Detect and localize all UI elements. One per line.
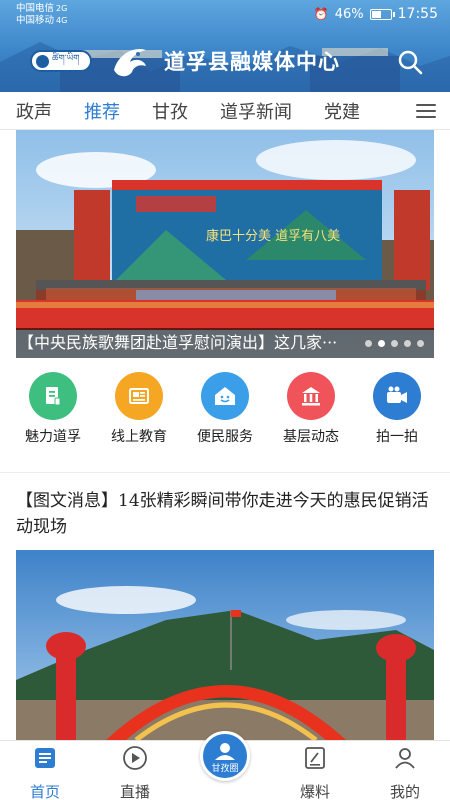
bottom-nav: 首页 直播 甘孜圈 爆料 我的 — [0, 731, 450, 800]
nav-live[interactable]: 直播 — [100, 745, 170, 800]
nav-report[interactable]: 爆料 — [280, 745, 350, 800]
article-title[interactable]: 【图文消息】14张精彩瞬间带你走进今天的惠民促销活动现场 — [16, 488, 436, 540]
nav-label: 直播 — [119, 783, 150, 800]
tab-ganzi[interactable]: 甘孜 — [136, 98, 204, 124]
search-icon[interactable] — [396, 48, 424, 76]
app-header: 中国电信 2G 中国移动 4G ⏰ 46% 17:55 ཚིག་ཡིག 道孚县融媒体… — [0, 0, 450, 92]
quick-link-grassroots[interactable]: 基层动态 — [271, 372, 351, 452]
video-camera-icon — [373, 372, 421, 420]
nav-label: 首页 — [29, 783, 60, 800]
quick-link-label: 便民服务 — [197, 429, 253, 445]
quick-link-label: 魅力道孚 — [25, 429, 81, 445]
quick-links: 魅力道孚 线上教育 便民服务 基层动态 拍一拍 — [0, 372, 450, 452]
carousel-indicator — [365, 340, 424, 347]
status-bar: 中国电信 2G 中国移动 4G ⏰ 46% 17:55 — [0, 0, 450, 32]
clock: 17:55 — [397, 6, 438, 22]
carousel-dot[interactable] — [365, 340, 372, 347]
nav-label: 我的 — [389, 783, 420, 800]
carrier-info: 中国电信 2G 中国移动 4G — [16, 3, 67, 27]
battery-percent: 46% — [334, 6, 364, 22]
banner-carousel[interactable]: 康巴十分美 道孚有八美 【中央民族歌舞团赴道孚慰问演出】这几家··· — [16, 130, 434, 358]
stage-banner-text: 康巴十分美 道孚有八美 — [206, 228, 340, 244]
carousel-dot-active[interactable] — [378, 340, 385, 347]
nav-label: 爆料 — [299, 783, 330, 800]
article-image[interactable] — [16, 550, 434, 740]
institution-icon — [287, 372, 335, 420]
tab-party-building[interactable]: 党建 — [308, 98, 376, 124]
language-label: ཚིག་ཡིག — [52, 53, 80, 64]
quick-link-charm-daofu[interactable]: 魅力道孚 — [13, 372, 93, 452]
user-icon — [395, 748, 415, 769]
play-icon — [123, 746, 147, 770]
network-2: 4G — [56, 16, 68, 25]
status-right: ⏰ 46% 17:55 — [314, 6, 438, 22]
carrier-2: 中国移动 — [16, 15, 55, 26]
tab-recommend[interactable]: 推荐 — [68, 98, 136, 124]
section-divider — [0, 472, 450, 473]
home-icon — [35, 748, 55, 768]
toggle-knob — [36, 54, 49, 68]
nav-label: 甘孜圈 — [211, 764, 239, 774]
quick-link-label: 线上教育 — [111, 429, 167, 445]
carousel-dot[interactable] — [417, 340, 424, 347]
network-1: 2G — [56, 4, 68, 13]
quick-link-snapshot[interactable]: 拍一拍 — [357, 372, 437, 452]
dragon-logo-icon — [114, 48, 146, 77]
carousel-dot[interactable] — [404, 340, 411, 347]
battery-icon — [369, 8, 395, 20]
quick-link-online-education[interactable]: 线上教育 — [99, 372, 179, 452]
banner-image: 康巴十分美 道孚有八美 — [16, 130, 434, 358]
quick-link-label: 拍一拍 — [376, 429, 418, 445]
carrier-1: 中国电信 — [16, 3, 55, 14]
nav-ganzi-circle[interactable]: 甘孜圈 — [200, 731, 250, 781]
tab-daofu-news[interactable]: 道孚新闻 — [204, 98, 308, 124]
newspaper-icon — [115, 372, 163, 420]
category-tabs: 政声 推荐 甘孜 道孚新闻 党建 — [0, 92, 450, 130]
alarm-icon: ⏰ — [313, 7, 329, 21]
nav-home[interactable]: 首页 — [10, 745, 80, 800]
report-icon — [305, 747, 325, 769]
nav-mine[interactable]: 我的 — [370, 745, 440, 800]
title-row: ཚིག་ཡིག 道孚县融媒体中心 — [0, 36, 450, 84]
language-toggle[interactable]: ཚིག་ཡིག — [30, 50, 92, 72]
document-icon — [29, 372, 77, 420]
quick-link-label: 基层动态 — [283, 429, 339, 445]
tab-zhengsheng[interactable]: 政声 — [0, 98, 68, 124]
smile-house-icon — [201, 372, 249, 420]
quick-link-public-service[interactable]: 便民服务 — [185, 372, 265, 452]
app-title: 道孚县融媒体中心 — [164, 50, 340, 74]
article-photo — [16, 550, 434, 740]
carousel-dot[interactable] — [391, 340, 398, 347]
menu-icon[interactable] — [416, 104, 436, 118]
